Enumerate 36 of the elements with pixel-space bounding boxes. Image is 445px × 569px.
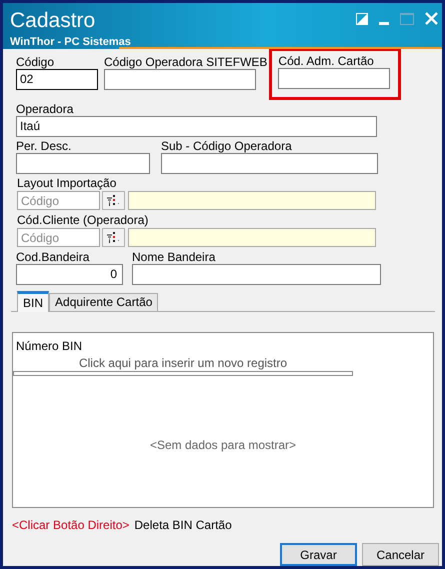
- field-label: Sub - Código Operadora: [161, 139, 293, 153]
- field-label: Código Operadora SITEFWEB: [104, 55, 268, 69]
- field-label: Per. Desc.: [16, 139, 72, 153]
- input-field[interactable]: [16, 153, 150, 174]
- field-label: Layout Importação: [17, 176, 118, 190]
- field-label: Código: [16, 55, 56, 69]
- dialog-button[interactable]: Cancelar: [362, 543, 439, 566]
- column-header: Número BIN: [16, 338, 82, 355]
- input-field[interactable]: [104, 69, 256, 90]
- code-field[interactable]: Código: [17, 228, 100, 247]
- input-field[interactable]: [161, 153, 378, 174]
- field-label: Nome Bandeira: [132, 250, 216, 264]
- input-field[interactable]: 02: [16, 69, 98, 90]
- search-button[interactable]: [102, 228, 125, 247]
- close-icon[interactable]: [425, 12, 438, 25]
- new-row-hint[interactable]: Click aqui para inserir um novo registro: [13, 354, 353, 372]
- maximize-icon: [400, 12, 414, 24]
- hint-action: <Clicar Botão Direito>: [12, 517, 130, 534]
- tab[interactable]: Adquirente Cartão: [49, 293, 158, 311]
- input-field[interactable]: 0: [16, 264, 123, 285]
- restore-icon[interactable]: [356, 12, 368, 24]
- empty-message: <Sem dados para mostrar>: [148, 437, 298, 454]
- input-field[interactable]: [132, 264, 381, 285]
- field-label: Operadora: [16, 102, 74, 116]
- window-title: Cadastro: [10, 9, 96, 33]
- window-subtitle: WinThor - PC Sistemas: [10, 36, 131, 48]
- search-button[interactable]: [102, 191, 125, 210]
- code-field[interactable]: Código: [17, 191, 100, 210]
- tab[interactable]: BIN: [17, 291, 50, 312]
- field-label: Cod.Bandeira: [16, 250, 90, 264]
- input-field[interactable]: [278, 68, 390, 89]
- field-label: Cód.Cliente (Operadora): [17, 213, 150, 227]
- field-label: Cód. Adm. Cartão: [278, 54, 375, 68]
- input-field[interactable]: Itaú: [16, 116, 377, 137]
- hint-text: Deleta BIN Cartão: [134, 517, 232, 534]
- dialog-button[interactable]: Gravar: [280, 543, 357, 566]
